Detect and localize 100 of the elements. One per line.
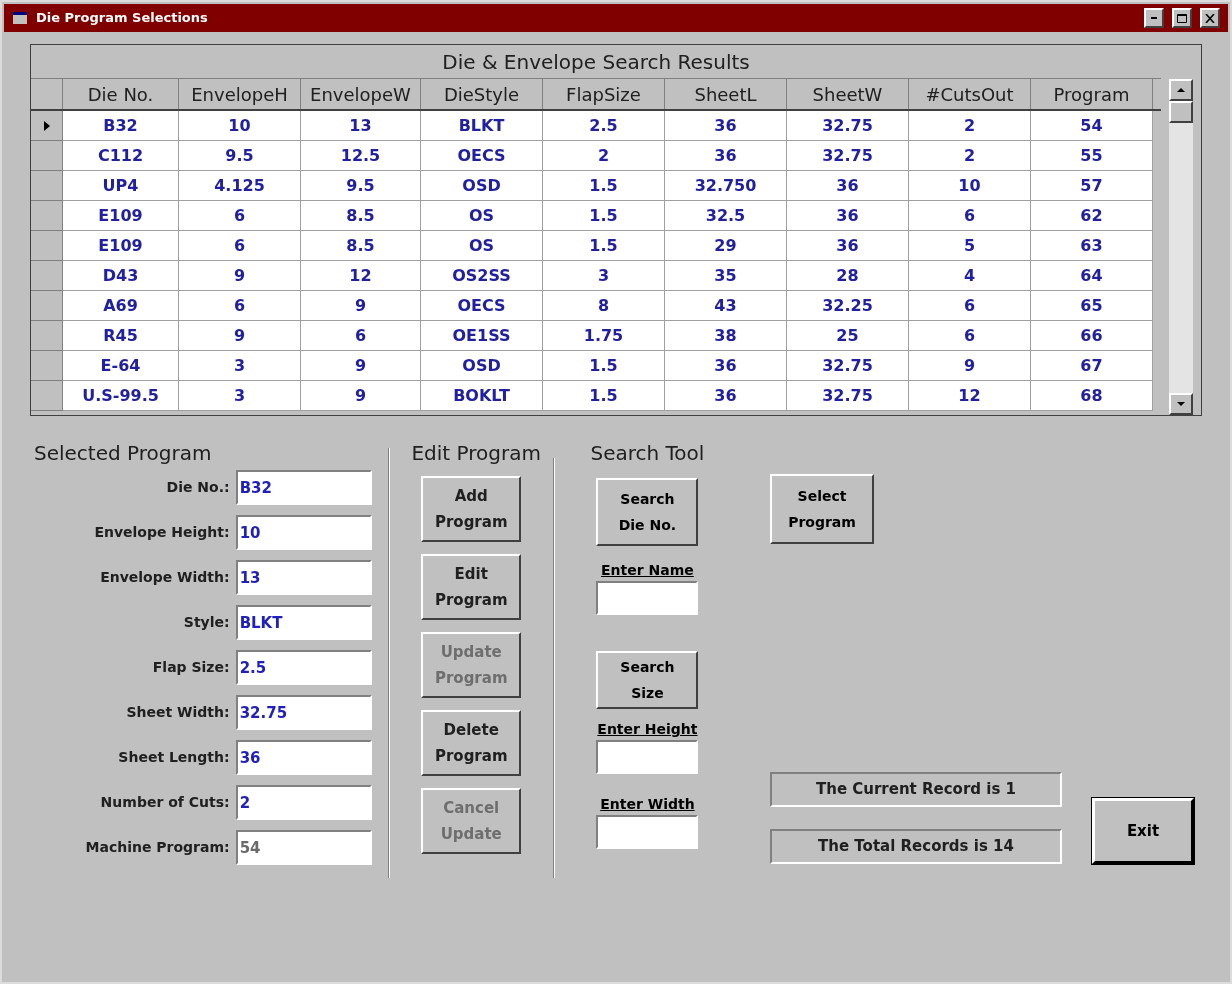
table-cell: 1.5 (543, 171, 665, 201)
table-cell: UP4 (63, 171, 179, 201)
table-cell: OSD (421, 171, 543, 201)
table-cell: 32.75 (787, 381, 909, 411)
column-header: Program (1031, 79, 1153, 109)
table-cell: 9 (909, 351, 1031, 381)
input-field[interactable]: 10 (235, 515, 372, 550)
column-header: FlapSize (543, 79, 665, 109)
exit-button[interactable]: Exit (1092, 798, 1194, 864)
input-field[interactable] (596, 815, 699, 849)
table-cell: 55 (1031, 141, 1153, 171)
table-cell: 10 (909, 171, 1031, 201)
input-field[interactable] (596, 740, 699, 774)
table-cell: OE1SS (421, 321, 543, 351)
section-title: Search Tool (589, 440, 705, 467)
maximize-button[interactable] (1172, 8, 1192, 28)
scroll-thumb[interactable] (1169, 101, 1193, 123)
table-cell: 43 (665, 291, 787, 321)
table-cell: E-64 (63, 351, 179, 381)
table-cell: 1.5 (543, 381, 665, 411)
scrollbar[interactable] (1169, 79, 1193, 415)
table-cell: OECS (421, 291, 543, 321)
table-cell: 68 (1031, 381, 1153, 411)
table-cell: 9.5 (301, 171, 421, 201)
table-cell: 1.5 (543, 351, 665, 381)
table-cell: 63 (1031, 231, 1153, 261)
table-cell: 8.5 (301, 231, 421, 261)
table-cell: 8.5 (301, 201, 421, 231)
program-button[interactable]: Edit Program (421, 554, 522, 620)
input-field[interactable]: BLKT (235, 605, 372, 640)
column-header: #CutsOut (909, 79, 1031, 109)
table-cell: 28 (787, 261, 909, 291)
table-cell: 9 (301, 381, 421, 411)
table-cell: 6 (179, 201, 301, 231)
minimize-button[interactable] (1144, 8, 1164, 28)
program-button[interactable]: Search Die No. (596, 478, 699, 546)
column-header: Die No. (63, 79, 179, 109)
table-cell: 9 (179, 321, 301, 351)
table-cell: 1.75 (543, 321, 665, 351)
table-cell: 64 (1031, 261, 1153, 291)
table-cell: 57 (1031, 171, 1153, 201)
table-cell: OECS (421, 141, 543, 171)
grid-caption: Die & Envelope Search Results (31, 45, 1161, 79)
table-cell: 6 (909, 291, 1031, 321)
program-button[interactable]: Add Program (421, 476, 522, 542)
table-cell: 6 (909, 201, 1031, 231)
column-header: SheetW (787, 79, 909, 109)
program-button[interactable]: Delete Program (421, 710, 522, 776)
table-cell: 6 (909, 321, 1031, 351)
table-cell: 36 (665, 141, 787, 171)
table-cell: 2 (909, 111, 1031, 141)
table-cell: D43 (63, 261, 179, 291)
table-cell: 8 (543, 291, 665, 321)
table-cell: 67 (1031, 351, 1153, 381)
input-field[interactable]: B32 (235, 470, 372, 505)
table-cell: 2 (543, 141, 665, 171)
status-label: The Total Records is 14 (770, 829, 1062, 864)
table-cell: 3 (179, 351, 301, 381)
input-field[interactable]: 2.5 (235, 650, 372, 685)
field-label: Envelope Height: (94, 523, 230, 542)
table-cell: 38 (665, 321, 787, 351)
table-cell: 12.5 (301, 141, 421, 171)
input-field[interactable] (596, 581, 699, 615)
table-cell: 2.5 (543, 111, 665, 141)
table-cell: 25 (787, 321, 909, 351)
table-cell: 4.125 (179, 171, 301, 201)
program-button[interactable]: Search Size (596, 651, 699, 709)
table-cell: 36 (787, 171, 909, 201)
column-header: DieStyle (421, 79, 543, 109)
input-field[interactable]: 36 (235, 740, 372, 775)
field-label: Sheet Width: (126, 703, 230, 722)
input-field[interactable]: 32.75 (235, 695, 372, 730)
table-cell: BLKT (421, 111, 543, 141)
table-cell: OSD (421, 351, 543, 381)
table-cell: 9 (301, 351, 421, 381)
row-selector[interactable] (31, 111, 63, 141)
scroll-down-button[interactable] (1169, 393, 1193, 415)
close-button[interactable] (1200, 8, 1220, 28)
table-cell: 9 (179, 261, 301, 291)
table-cell: BOKLT (421, 381, 543, 411)
table-cell: E109 (63, 231, 179, 261)
field-label: Enter Width (600, 795, 695, 814)
scroll-up-button[interactable] (1169, 79, 1193, 101)
table-cell: OS (421, 231, 543, 261)
table-cell: 32.5 (665, 201, 787, 231)
table-cell: 54 (1031, 111, 1153, 141)
table-cell: 65 (1031, 291, 1153, 321)
table-cell: 66 (1031, 321, 1153, 351)
table-cell: OS (421, 201, 543, 231)
field-label: Machine Program: (85, 838, 230, 857)
window-title: Die Program Selections (36, 9, 209, 28)
minimize-icon (1151, 17, 1157, 19)
table-cell: 32.75 (787, 141, 909, 171)
close-icon (1205, 13, 1215, 23)
program-button[interactable]: Select Program (770, 474, 874, 544)
table-cell: 2 (909, 141, 1031, 171)
field-label: Die No.: (166, 478, 230, 497)
table-cell: 6 (179, 231, 301, 261)
input-field[interactable]: 2 (235, 785, 372, 820)
input-field[interactable]: 13 (235, 560, 372, 595)
